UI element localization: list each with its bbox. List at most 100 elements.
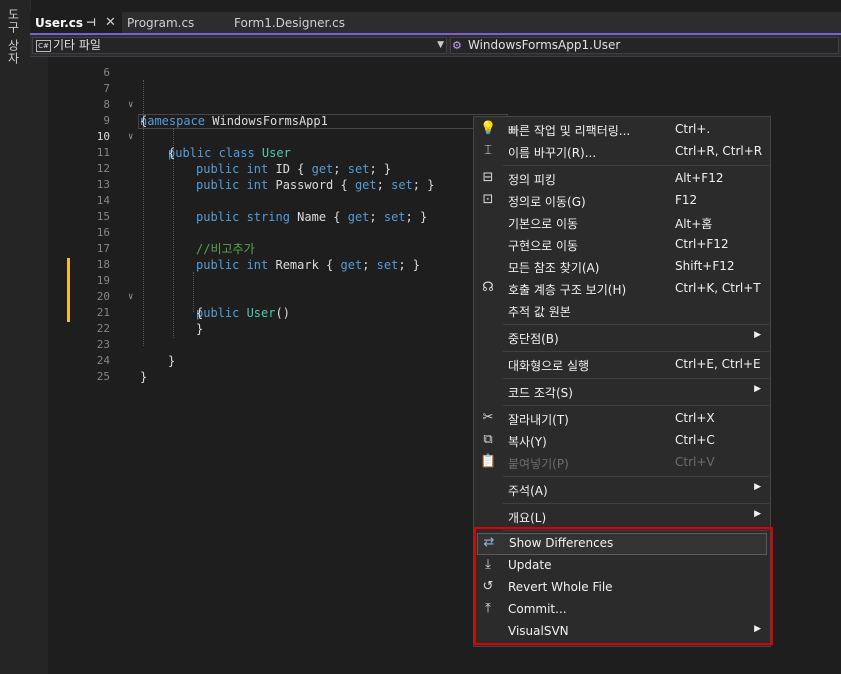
code-text: ID { [268,162,312,176]
line-number: 18 [96,258,110,271]
call-hierarchy-icon: ☊ [482,280,494,295]
code-text: } [196,322,204,336]
menu-item-cut[interactable]: ✂ 잘라내기(T) Ctrl+X [474,408,770,430]
menu-item-outlining[interactable]: 개요(L) ▶ [474,506,770,528]
menu-separator [503,405,769,406]
menu-item-snippet[interactable]: 코드 조각(S) ▶ [474,381,770,403]
code-line-25: 25 [30,353,110,383]
code-line-18: 18 [30,241,110,271]
code-keyword: public class [168,146,255,160]
annotation-highlight-box [474,527,773,645]
scissors-icon: ✂ [482,410,494,425]
collapse-icon[interactable]: ∨ [128,129,133,145]
copy-icon: ⧉ [483,432,493,447]
menu-item-shortcut: Ctrl+. [675,122,711,136]
line-number: 17 [96,242,110,255]
code-text: ; } [369,162,392,176]
code-keyword: set [391,178,413,192]
collapse-icon[interactable]: ∨ [128,289,133,305]
line-number: 22 [96,322,110,335]
code-keyword: set [383,210,406,224]
menu-item-label: 구현으로 이동 [508,239,579,253]
code-keyword: set [376,258,399,272]
code-text: { [140,114,148,128]
menu-item-go-to-definition[interactable]: ⊡ 정의로 이동(G) F12 [474,190,770,212]
code-text: { [168,146,176,160]
code-line-20: 20 { [30,273,203,320]
line-number: 25 [96,370,110,383]
menu-item-shortcut: Ctrl+E, Ctrl+E [675,357,761,371]
type-dropdown[interactable]: ⚙ WindowsFormsApp1.User [450,37,839,54]
line-number: 7 [103,82,110,95]
project-dropdown-value: 기타 파일 [53,38,101,52]
toolbox-strip: 도구 상자 [0,0,31,674]
tab-label: Program.cs [127,16,195,30]
menu-item-shortcut: Ctrl+R, Ctrl+R [675,144,763,158]
code-keyword: public int [196,258,269,272]
close-icon[interactable]: ✕ [105,12,116,34]
tab-label: User.cs [35,16,84,30]
change-marker [67,258,70,322]
code-line-21: 21 } [30,289,203,336]
submenu-arrow-icon: ▶ [754,330,761,340]
tab-form1-designer-cs[interactable]: Form1.Designer.cs [229,12,375,34]
menu-item-label: 대화형으로 실행 [508,359,590,373]
code-text: } [140,370,148,384]
toolbox-label[interactable]: 도구 상자 [5,8,22,65]
menu-item-find-all-references[interactable]: 모든 참조 찾기(A) Shift+F12 [474,256,770,278]
menu-item-paste[interactable]: 📋 붙여넣기(P) Ctrl+V [474,452,770,474]
code-line-8: 8 { [30,81,147,128]
menu-item-track-value-source[interactable]: 추적 값 원본 [474,300,770,322]
menu-item-annotation[interactable]: 주석(A) ▶ [474,479,770,501]
code-text: Password { [268,178,355,192]
code-text: ; [333,162,348,176]
tab-program-cs[interactable]: Program.cs [122,12,227,34]
code-line-7: 7 ∨ namespace WindowsFormsApp1 [30,65,327,128]
code-text: { [196,306,204,320]
document-tab-bar: User.cs ⊣ ✕ Program.cs Form1.Designer.cs [30,12,841,34]
navigation-bar: C# 기타 파일 ▼ ⚙ WindowsFormsApp1.User [30,35,841,57]
code-line-17: 17 public int Remark { get; set; } [30,225,420,272]
menu-item-execute-interactive[interactable]: 대화형으로 실행 Ctrl+E, Ctrl+E [474,354,770,376]
rename-icon: ⌶ [484,143,492,158]
type-dropdown-value: WindowsFormsApp1.User [468,38,621,52]
line-number: 20 [96,290,110,303]
code-line-11: 11 public int ID { get; set; } [30,129,391,176]
pin-icon[interactable]: ⊣ [86,12,96,34]
menu-item-go-to-implementation[interactable]: 구현으로 이동 Ctrl+F12 [474,234,770,256]
collapse-icon[interactable]: ∨ [128,97,133,113]
code-line-14: 14 public string Name { get; set; } [30,177,427,224]
menu-item-label: 빠른 작업 및 리팩터링... [508,124,631,138]
code-type: User [239,306,276,320]
menu-item-breakpoint[interactable]: 중단점(B) ▶ [474,327,770,349]
project-dropdown[interactable]: C# 기타 파일 ▼ [32,37,447,54]
menu-item-shortcut: Ctrl+X [675,411,715,425]
code-text: ; } [412,178,435,192]
code-text: ; [362,258,377,272]
code-line-12: 12 public int Password { get; set; } [30,145,435,192]
menu-item-shortcut: Ctrl+C [675,433,715,447]
code-text: } [168,354,176,368]
submenu-arrow-icon: ▶ [754,509,761,519]
code-line-16: 16 //비고추가 [30,209,255,256]
menu-item-copy[interactable]: ⧉ 복사(Y) Ctrl+C [474,430,770,452]
code-line-22: 22 [30,305,110,335]
menu-item-go-to-base[interactable]: 기본으로 이동 Alt+홈 [474,212,770,234]
menu-item-peek-definition[interactable]: ⊟ 정의 피킹 Alt+F12 [474,168,770,190]
line-number: 10 [96,130,110,143]
menu-item-label: 정의 피킹 [508,173,556,187]
menu-item-label: 추적 값 원본 [508,305,571,319]
chevron-down-icon: ▼ [437,40,444,50]
menu-separator [503,165,769,166]
menu-item-label: 호출 계층 구조 보기(H) [508,283,627,297]
menu-item-rename[interactable]: ⌶ 이름 바꾸기(R)... Ctrl+R, Ctrl+R [474,141,770,163]
tab-user-cs[interactable]: User.cs ⊣ ✕ [30,12,122,34]
line-number: 15 [96,210,110,223]
code-text: () [275,306,290,320]
menu-item-call-hierarchy[interactable]: ☊ 호출 계층 구조 보기(H) Ctrl+K, Ctrl+T [474,278,770,300]
code-text: ; [369,210,384,224]
code-keyword: get [347,210,370,224]
menu-item-label: 잘라내기(T) [508,413,569,427]
menu-item-quick-actions[interactable]: 💡 빠른 작업 및 리팩터링... Ctrl+. [474,119,770,141]
menu-item-label: 정의로 이동(G) [508,195,586,209]
